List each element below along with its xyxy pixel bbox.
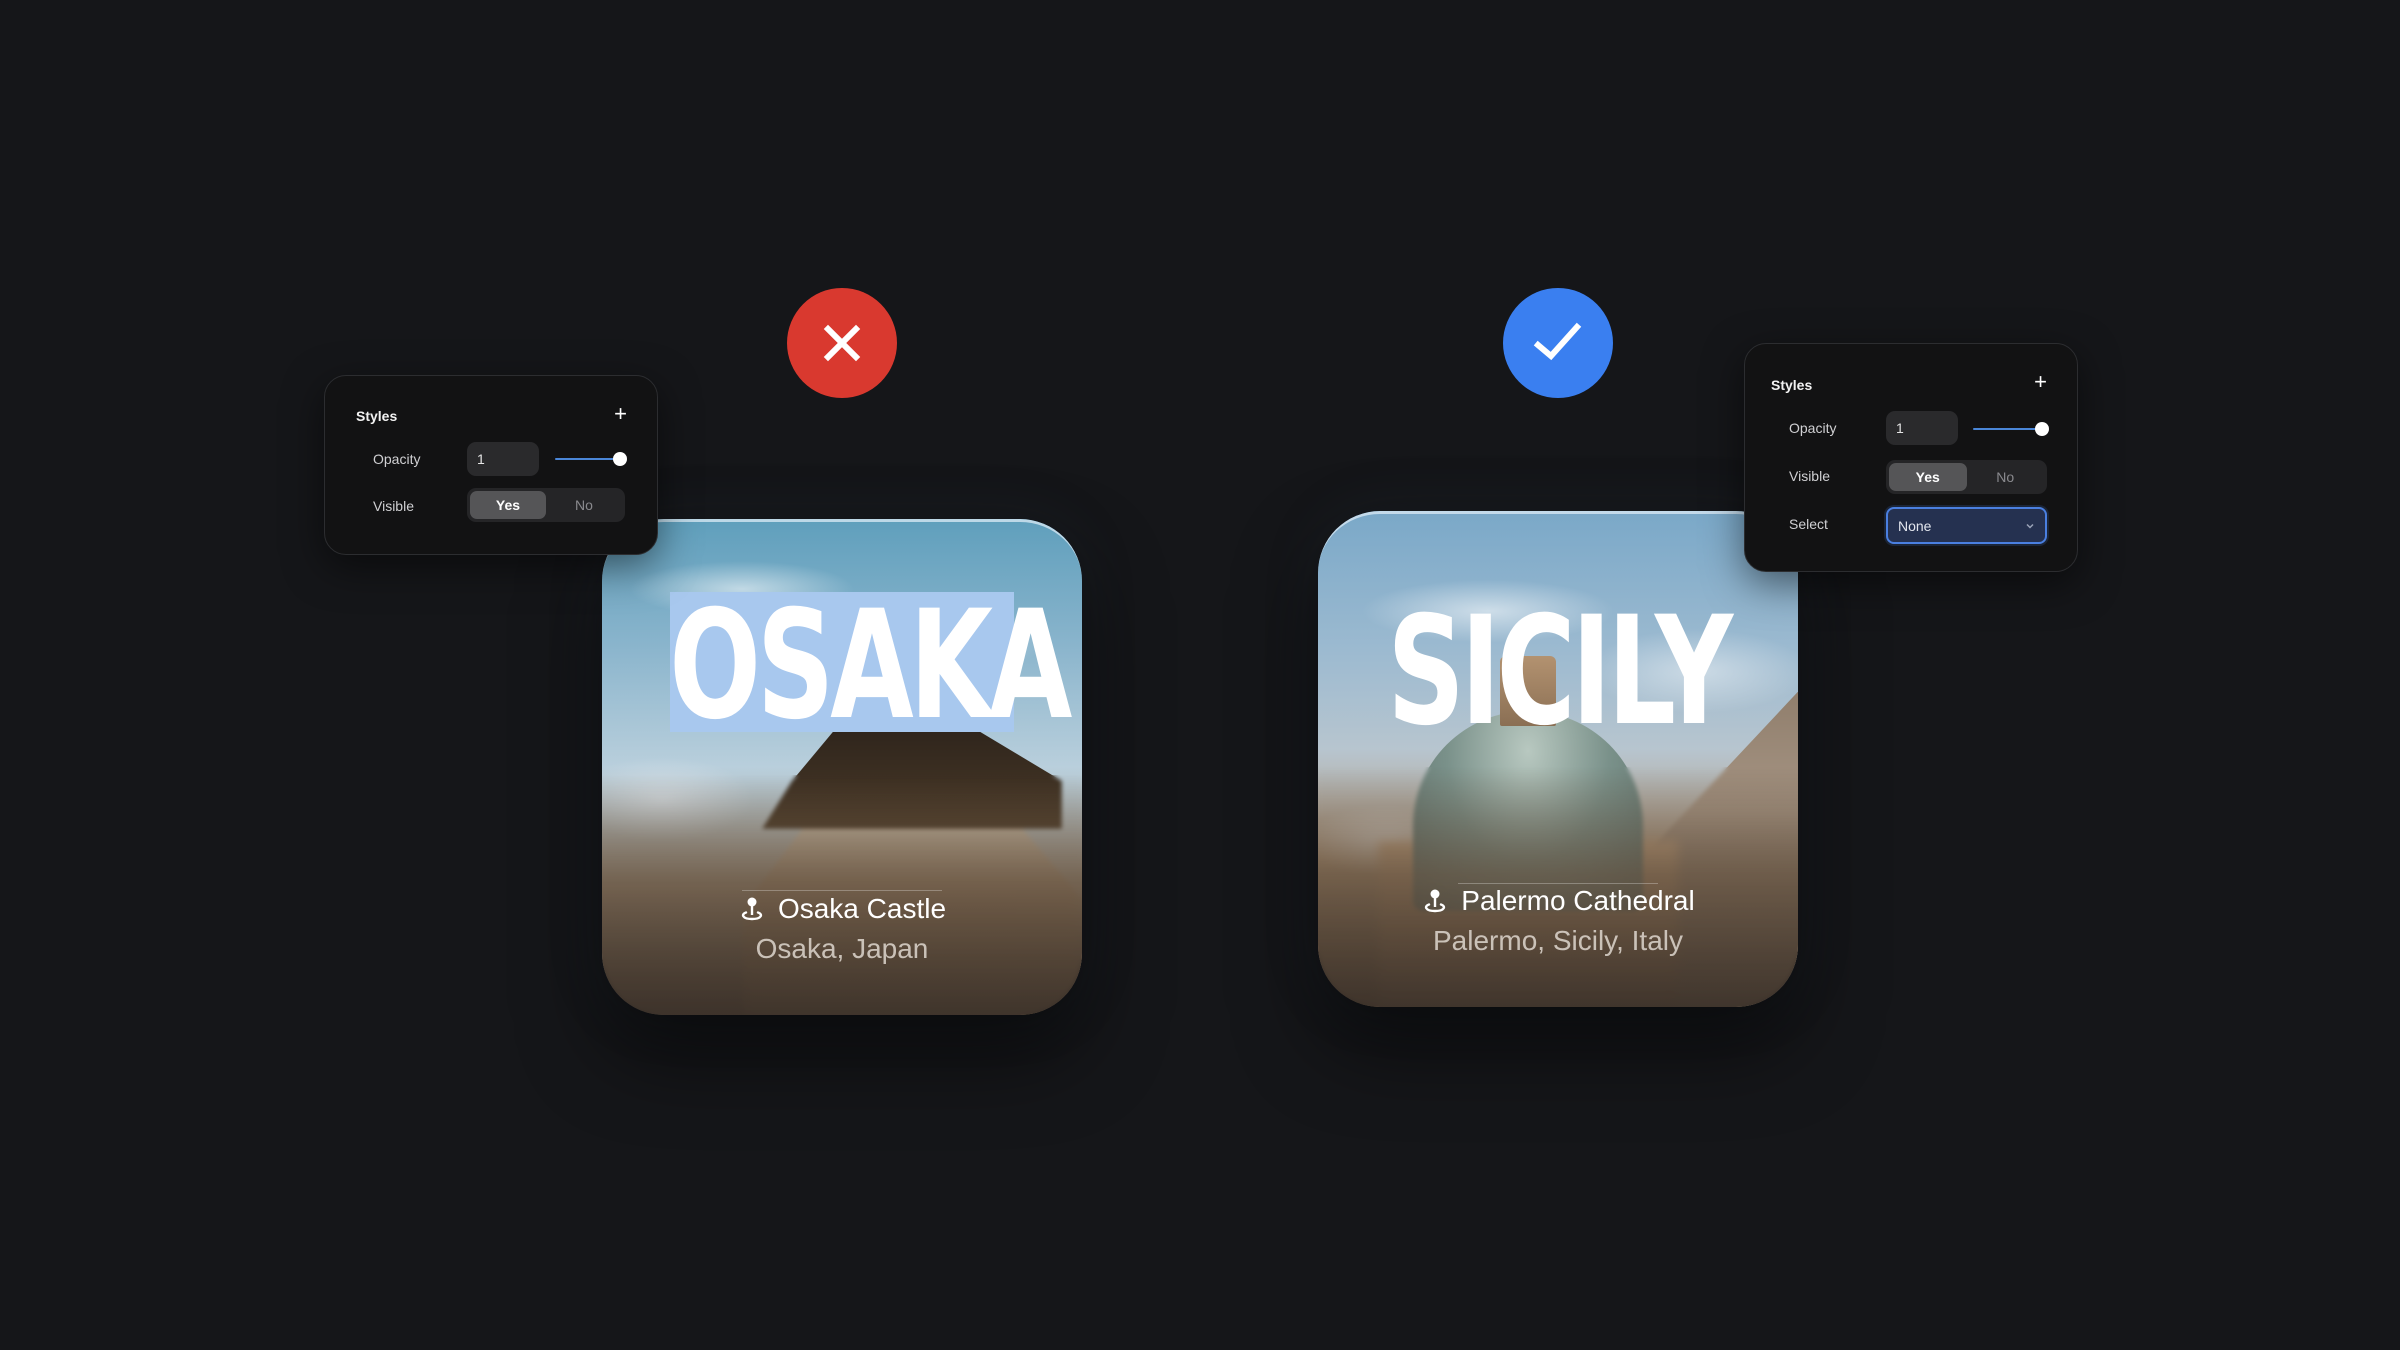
visible-toggle: Yes No (467, 488, 625, 522)
opacity-label: Opacity (373, 451, 421, 467)
card-divider (742, 890, 942, 891)
place-name: Osaka Castle (777, 893, 947, 924)
location-pin-icon (1421, 887, 1449, 915)
visible-yes-option[interactable]: Yes (470, 491, 546, 519)
visible-label: Visible (373, 498, 414, 514)
plus-icon: + (614, 401, 627, 426)
correct-badge (1503, 288, 1613, 398)
place-row: Palermo Cathedral (1318, 885, 1798, 917)
visible-toggle: Yes No (1886, 460, 2047, 494)
select-dropdown[interactable]: None (1886, 507, 2047, 544)
slider-track (555, 458, 621, 460)
select-value: None (1898, 517, 1932, 534)
add-style-button[interactable]: + (2034, 371, 2047, 393)
card-title[interactable]: OSAKA (669, 591, 1072, 741)
panel-title: Styles (1771, 377, 1813, 393)
visible-label: Visible (1789, 468, 1830, 484)
slider-thumb[interactable] (2035, 422, 2049, 436)
visible-no-option[interactable]: No (546, 491, 622, 519)
destination-card-sicily[interactable]: SICILY Palermo Cathedral Palermo, Sicily… (1318, 511, 1798, 1007)
x-mark-icon (823, 324, 861, 362)
opacity-input[interactable] (1886, 411, 1958, 445)
place-name: Palermo Cathedral (1461, 885, 1695, 916)
select-label: Select (1789, 516, 1828, 532)
place-location: Palermo, Sicily, Italy (1433, 925, 1683, 956)
opacity-slider[interactable] (1973, 422, 2049, 436)
visible-no-option[interactable]: No (1967, 463, 2045, 491)
add-style-button[interactable]: + (614, 403, 627, 425)
location-pin-icon (738, 895, 766, 923)
visible-yes-option[interactable]: Yes (1889, 463, 1967, 491)
place-location: Osaka, Japan (755, 933, 929, 964)
destination-card-osaka[interactable]: OSAKA Osaka Castle Osaka, Japan (602, 519, 1082, 1015)
slider-track (1973, 428, 2043, 430)
opacity-input[interactable] (467, 442, 539, 476)
incorrect-badge (787, 288, 897, 398)
slider-thumb[interactable] (613, 452, 627, 466)
styles-panel-right: Styles + Opacity Visible Yes No Select N… (1744, 343, 2078, 572)
place-row: Osaka Castle (602, 893, 1082, 925)
styles-panel-left: Styles + Opacity Visible Yes No (324, 375, 658, 555)
opacity-label: Opacity (1789, 420, 1837, 436)
card-divider (1458, 883, 1658, 884)
card-title[interactable]: SICILY (1385, 597, 1733, 747)
opacity-slider[interactable] (555, 452, 627, 466)
chevron-down-icon (2025, 521, 2035, 531)
panel-title: Styles (356, 408, 398, 424)
plus-icon: + (2034, 369, 2047, 394)
check-mark-icon (1533, 322, 1582, 361)
